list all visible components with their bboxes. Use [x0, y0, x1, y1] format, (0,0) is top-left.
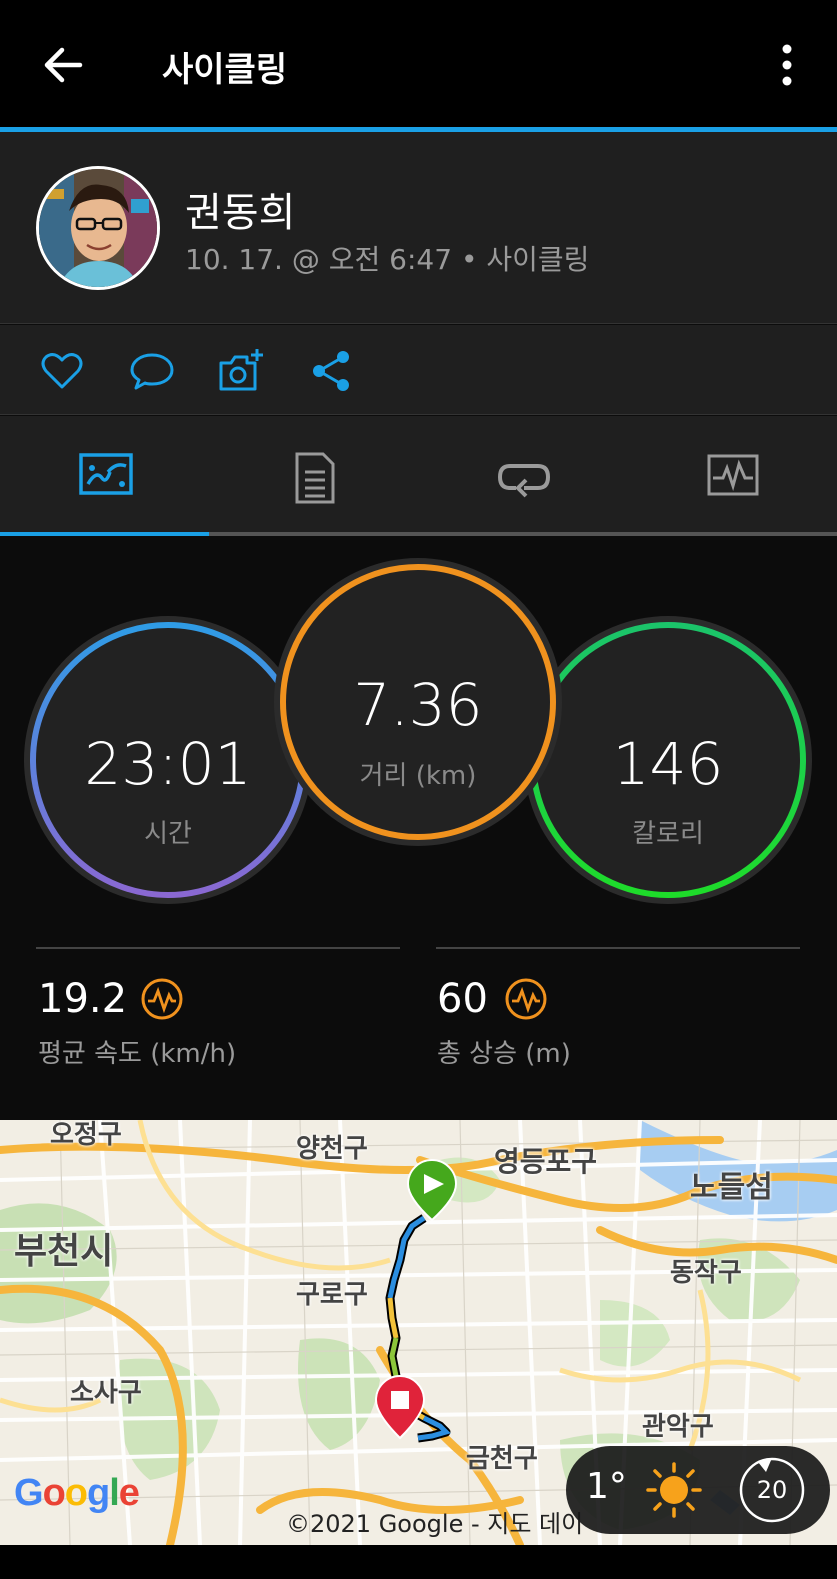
distance-gauge[interactable]: 7.36 거리 (km): [283, 567, 553, 837]
details-tab-icon: [295, 452, 335, 504]
laps-tab-icon: [497, 464, 551, 498]
bottom-bar: [0, 1545, 837, 1579]
action-bar: [0, 325, 837, 415]
map-label: 노들섬: [690, 1170, 773, 1205]
profile-header: 권동희 10. 17. @ 오전 6:47 • 사이클링: [0, 132, 837, 324]
map-label: 오정구: [50, 1120, 122, 1150]
comment-icon[interactable]: [128, 347, 176, 395]
time-value: 23:01: [84, 730, 252, 798]
overview-tab-icon: [79, 453, 133, 495]
route-map[interactable]: 오정구 양천구 영등포구 노들섬 부천시 구로구 동작구 소사구 관악구 금천구…: [0, 1120, 837, 1545]
avg-speed-label: 평균 속도 (km/h): [38, 1039, 237, 1069]
activity-tabs: [0, 416, 837, 536]
tab-laps[interactable]: [418, 416, 627, 536]
map-label: 금천구: [466, 1444, 538, 1474]
google-logo: Google: [14, 1472, 140, 1514]
total-ascent-value: 60: [437, 976, 488, 1022]
calories-label: 칼로리: [632, 819, 704, 849]
avatar[interactable]: [36, 166, 160, 290]
user-name[interactable]: 권동희: [185, 180, 295, 238]
activity-meta: 10. 17. @ 오전 6:47 • 사이클링: [185, 243, 590, 276]
map-label: 동작구: [670, 1258, 742, 1288]
stats-panel: 23:01 시간 146 칼로리 7.36 거리 (km) 19.2 평균 속도…: [0, 536, 837, 1120]
calories-gauge[interactable]: 146 칼로리: [533, 625, 803, 895]
distance-value: 7.36: [353, 671, 483, 739]
app-bar: 사이클링: [0, 0, 837, 128]
heart-rate-badge-icon: [505, 978, 547, 1020]
page-title: 사이클링: [162, 50, 288, 90]
total-ascent-label: 총 상승 (m): [437, 1039, 571, 1069]
sun-icon: [646, 1462, 702, 1518]
tab-charts[interactable]: [627, 416, 836, 536]
wind-indicator: 20: [736, 1454, 808, 1526]
weather-widget[interactable]: 1° 20: [566, 1446, 830, 1534]
calories-value: 146: [612, 730, 724, 798]
share-icon[interactable]: [307, 347, 355, 395]
wind-speed: 20: [756, 1476, 788, 1504]
time-label: 시간: [144, 819, 192, 849]
map-label: 양천구: [296, 1134, 368, 1164]
map-label: 소사구: [70, 1378, 142, 1408]
back-arrow-icon[interactable]: [38, 40, 88, 90]
distance-label: 거리 (km): [359, 761, 477, 791]
temperature: 1°: [586, 1466, 627, 1507]
divider: [36, 947, 400, 949]
divider: [436, 947, 800, 949]
map-label: 부천시: [14, 1231, 114, 1272]
add-photo-icon[interactable]: [217, 347, 265, 395]
time-gauge[interactable]: 23:01 시간: [33, 625, 303, 895]
more-options-icon[interactable]: [772, 40, 802, 90]
charts-tab-icon: [707, 454, 759, 496]
tab-details[interactable]: [209, 416, 418, 536]
tab-overview[interactable]: [0, 416, 209, 536]
map-copyright: ©2021 Google - 지도 데이: [286, 1510, 584, 1538]
map-label: 영등포구: [494, 1145, 598, 1178]
map-label: 관악구: [642, 1412, 714, 1442]
avg-speed-value: 19.2: [38, 976, 128, 1022]
heart-rate-badge-icon: [141, 978, 183, 1020]
map-label: 구로구: [296, 1280, 368, 1310]
heart-icon[interactable]: [38, 347, 86, 395]
